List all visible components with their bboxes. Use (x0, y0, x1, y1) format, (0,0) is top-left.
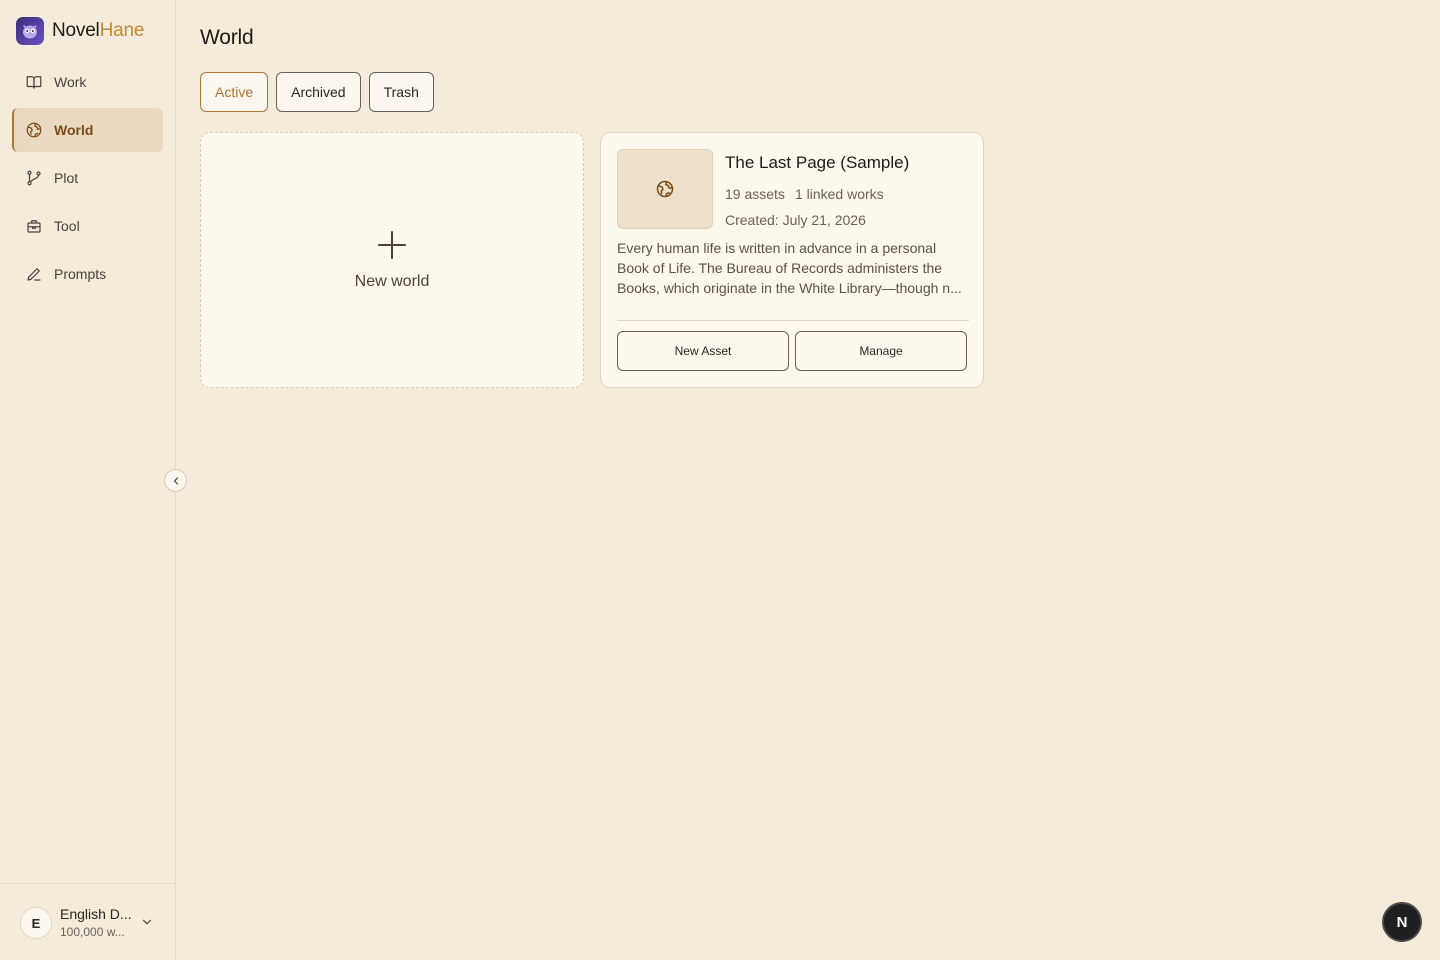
git-branch-icon (27, 170, 41, 186)
status-tabs: Active Archived Trash (200, 72, 442, 112)
toolbox-icon (27, 220, 41, 233)
sidebar-nav: Work World Plot Tool Prompts (12, 60, 163, 300)
sidebar-item-label: Work (54, 74, 87, 90)
book-open-icon (26, 76, 42, 89)
sidebar-item-prompts[interactable]: Prompts (12, 252, 163, 296)
sidebar-item-label: Tool (54, 218, 80, 234)
assistant-button[interactable]: N (1382, 902, 1422, 942)
world-thumbnail (617, 149, 713, 229)
manage-button[interactable]: Manage (795, 331, 967, 371)
sidebar-item-label: Plot (54, 170, 79, 186)
brand-name: NovelHane (52, 20, 144, 42)
sidebar: NovelHane Work World Plot Tool Prompts E… (0, 0, 176, 960)
sidebar-item-label: Prompts (54, 266, 107, 282)
world-card[interactable]: The Last Page (Sample) 19 assets 1 linked… (600, 132, 984, 388)
new-asset-button[interactable]: New Asset (617, 331, 789, 371)
page-title: World (200, 26, 254, 49)
linked-works-count: 1 linked works (794, 186, 884, 202)
tab-archived[interactable]: Archived (276, 72, 361, 112)
brand-name-suffix: Hane (99, 20, 145, 41)
owl-logo-icon (16, 17, 44, 45)
asset-count: 19 assets (725, 186, 785, 202)
world-meta: 19 assets 1 linked works (725, 186, 884, 202)
user-panel[interactable]: E English D... 100,000 w... (0, 883, 176, 960)
created-date: Created: July 21, 2026 (725, 212, 866, 228)
tab-trash[interactable]: Trash (368, 72, 434, 112)
user-subtitle: 100,000 w... (60, 925, 125, 939)
sidebar-item-plot[interactable]: Plot (12, 156, 163, 200)
sidebar-item-tool[interactable]: Tool (12, 204, 163, 248)
divider (617, 320, 969, 321)
chevron-down-icon[interactable] (140, 915, 154, 929)
avatar[interactable]: E (20, 907, 52, 939)
globe-icon (26, 122, 42, 138)
user-name: English D... (60, 906, 132, 922)
pen-icon (27, 268, 41, 281)
globe-icon (656, 180, 674, 198)
sidebar-collapse-button[interactable] (164, 469, 187, 492)
brand-name-prefix: Novel (52, 20, 100, 41)
new-world-card[interactable]: New world (200, 132, 584, 388)
sidebar-item-world[interactable]: World (12, 108, 163, 152)
sidebar-item-label: World (54, 122, 94, 138)
world-description: Every human life is written in advance i… (617, 240, 962, 296)
world-title: The Last Page (Sample) (725, 153, 910, 172)
brand[interactable]: NovelHane (16, 16, 144, 46)
tab-active[interactable]: Active (200, 72, 269, 112)
sidebar-item-work[interactable]: Work (12, 60, 163, 104)
chevron-left-icon (173, 476, 178, 485)
new-world-label: New world (354, 273, 430, 290)
plus-icon (378, 231, 406, 259)
